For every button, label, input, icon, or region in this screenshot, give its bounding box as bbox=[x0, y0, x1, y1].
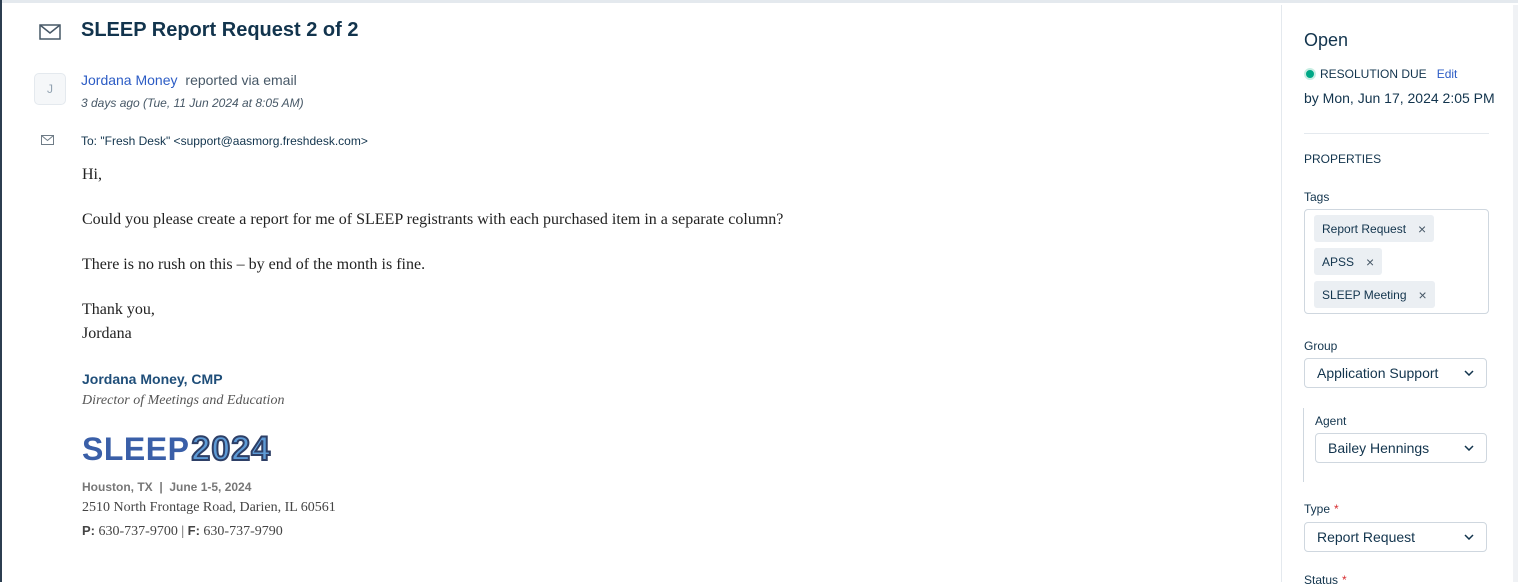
reporter-line: Jordana Money reported via email bbox=[81, 72, 297, 88]
reporter-name-link[interactable]: Jordana Money bbox=[81, 72, 178, 88]
sleep-2024-logo: SLEEP 2024 bbox=[82, 429, 272, 469]
type-label: Type * bbox=[1304, 502, 1339, 516]
chevron-down-icon bbox=[1464, 370, 1474, 376]
chevron-down-icon bbox=[1464, 534, 1474, 540]
group-select[interactable]: Application Support bbox=[1304, 358, 1487, 388]
ticket-conversation: SLEEP Report Request 2 of 2 J Jordana Mo… bbox=[0, 0, 1280, 582]
agent-label: Agent bbox=[1315, 414, 1347, 428]
status-label: Status * bbox=[1304, 573, 1347, 587]
agent-indent-bar bbox=[1303, 408, 1304, 482]
group-value: Application Support bbox=[1317, 365, 1439, 381]
message-timestamp: 3 days ago (Tue, 11 Jun 2024 at 8:05 AM) bbox=[81, 96, 304, 110]
resolution-due-label: RESOLUTION DUE bbox=[1320, 67, 1427, 81]
ticket-status-heading: Open bbox=[1304, 30, 1349, 50]
agent-select[interactable]: Bailey Hennings bbox=[1315, 433, 1487, 463]
tags-input[interactable]: Report Request × APSS × SLEEP Meeting × bbox=[1304, 209, 1489, 314]
envelope-icon bbox=[39, 24, 61, 40]
required-mark: * bbox=[1342, 573, 1347, 587]
tag-chip: APSS × bbox=[1314, 248, 1383, 275]
phone-number: 630-737-9700 bbox=[98, 524, 178, 539]
separator: | bbox=[181, 524, 185, 539]
signature-title: Director of Meetings and Education bbox=[82, 393, 285, 408]
to-address: "Fresh Desk" <support@aasmorg.freshdesk.… bbox=[100, 134, 368, 148]
tag-label: SLEEP Meeting bbox=[1322, 287, 1407, 302]
type-select[interactable]: Report Request bbox=[1304, 522, 1487, 552]
to-label: To: bbox=[81, 134, 98, 148]
remove-tag-icon[interactable]: × bbox=[1419, 287, 1427, 303]
tag-label: Report Request bbox=[1322, 221, 1407, 236]
logo-word: SLEEP bbox=[82, 431, 190, 467]
agent-value: Bailey Hennings bbox=[1328, 440, 1430, 456]
chevron-down-icon bbox=[1464, 445, 1474, 451]
to-recipient-line: To: "Fresh Desk" <support@aasmorg.freshd… bbox=[81, 134, 368, 148]
properties-heading: PROPERTIES bbox=[1304, 152, 1382, 166]
tag-chip: SLEEP Meeting × bbox=[1314, 281, 1435, 308]
email-paragraph: Could you please create a report for me … bbox=[82, 211, 784, 228]
sidebar-scrollbar[interactable] bbox=[1513, 5, 1518, 582]
group-label: Group bbox=[1304, 339, 1338, 353]
reported-via-text: reported via email bbox=[185, 72, 297, 88]
tag-label: APSS bbox=[1322, 254, 1355, 269]
type-value: Report Request bbox=[1317, 529, 1416, 545]
tags-label: Tags bbox=[1304, 190, 1330, 204]
fax-number: 630-737-9790 bbox=[203, 524, 283, 539]
type-label-text: Type bbox=[1304, 502, 1331, 516]
email-paragraph: There is no rush on this – by end of the… bbox=[82, 256, 426, 273]
due-date: by Mon, Jun 17, 2024 2:05 PM bbox=[1304, 90, 1495, 106]
avatar[interactable]: J bbox=[34, 73, 66, 105]
edit-due-link[interactable]: Edit bbox=[1437, 67, 1458, 81]
divider bbox=[1304, 133, 1489, 134]
status-label-text: Status bbox=[1304, 573, 1339, 587]
signature-address: 2510 North Frontage Road, Darien, IL 605… bbox=[82, 500, 336, 515]
ticket-title: SLEEP Report Request 2 of 2 bbox=[81, 19, 359, 41]
email-closing-name: Jordana bbox=[82, 325, 132, 342]
email-icon bbox=[41, 135, 54, 145]
tag-chip: Report Request × bbox=[1314, 215, 1435, 242]
phone-label: P: bbox=[82, 523, 95, 538]
signature-location: Houston, TX | June 1-5, 2024 bbox=[82, 480, 252, 494]
remove-tag-icon[interactable]: × bbox=[1418, 221, 1426, 237]
fax-label: F: bbox=[187, 523, 200, 538]
email-closing: Thank you, bbox=[82, 301, 155, 318]
required-mark: * bbox=[1334, 502, 1339, 516]
status-dot-icon bbox=[1304, 68, 1316, 80]
remove-tag-icon[interactable]: × bbox=[1366, 254, 1374, 270]
email-greeting: Hi, bbox=[82, 166, 102, 183]
signature-name: Jordana Money, CMP bbox=[82, 371, 223, 387]
logo-year: 2024 bbox=[190, 429, 272, 469]
signature-phones: P: 630-737-9700 | F: 630-737-9790 bbox=[82, 523, 283, 540]
resolution-due: RESOLUTION DUE Edit bbox=[1304, 67, 1457, 81]
